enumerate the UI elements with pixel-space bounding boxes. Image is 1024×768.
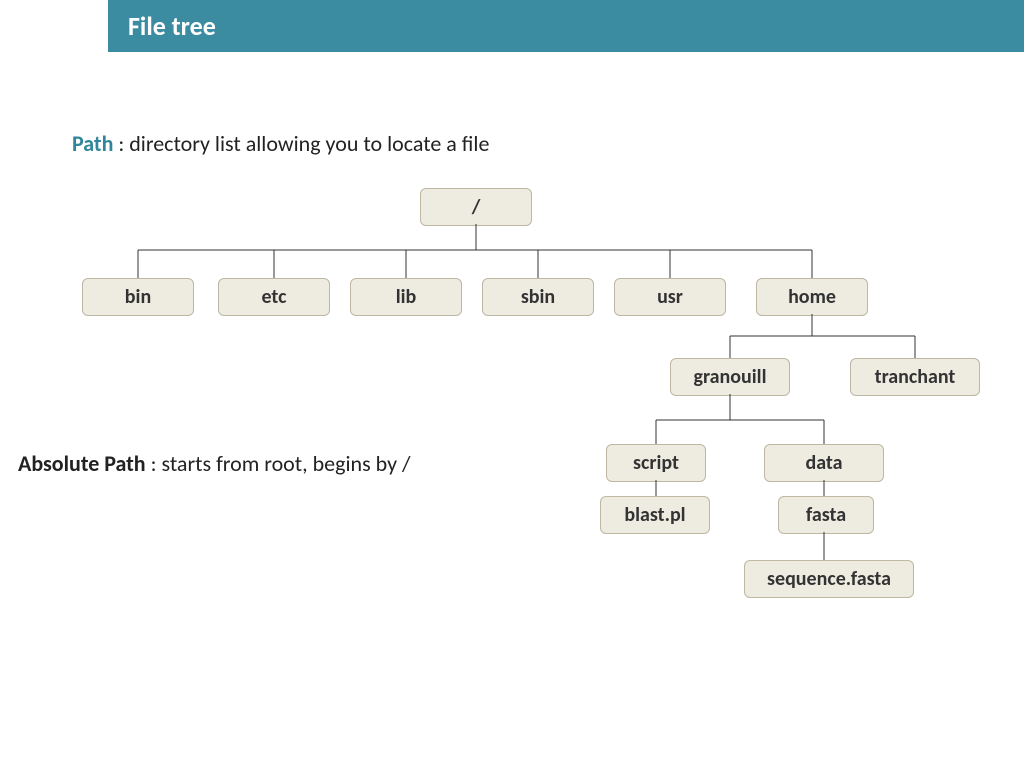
- path-keyword: Path: [72, 130, 113, 157]
- path-text: : directory list allowing you to locate …: [113, 130, 489, 157]
- node-root: /: [420, 188, 532, 226]
- node-data: data: [764, 444, 884, 482]
- node-bin: bin: [82, 278, 194, 316]
- absolute-path-keyword: Absolute Path: [18, 450, 146, 477]
- node-blast: blast.pl: [600, 496, 710, 534]
- absolute-path-definition: Absolute Path : starts from root, begins…: [18, 450, 411, 477]
- node-sequence: sequence.fasta: [744, 560, 914, 598]
- node-tranchant: tranchant: [850, 358, 980, 396]
- node-etc: etc: [218, 278, 330, 316]
- path-definition: Path : directory list allowing you to lo…: [72, 130, 489, 157]
- node-home: home: [756, 278, 868, 316]
- node-fasta: fasta: [778, 496, 874, 534]
- node-script: script: [606, 444, 706, 482]
- node-granouill: granouill: [670, 358, 790, 396]
- page-title: File tree: [108, 0, 1024, 52]
- node-usr: usr: [614, 278, 726, 316]
- absolute-path-text: : starts from root, begins by /: [146, 450, 411, 477]
- node-sbin: sbin: [482, 278, 594, 316]
- node-lib: lib: [350, 278, 462, 316]
